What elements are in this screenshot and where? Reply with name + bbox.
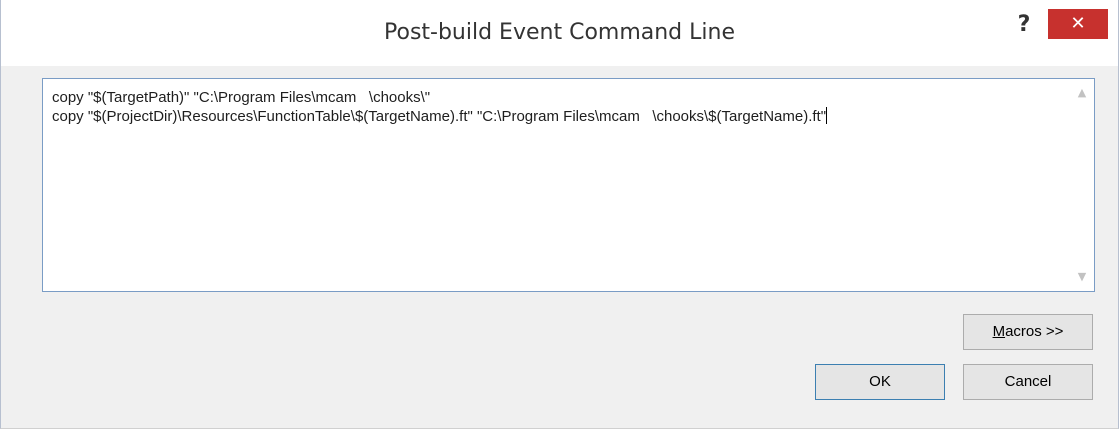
- chevron-up-icon[interactable]: ▲: [1070, 83, 1094, 103]
- vertical-scrollbar[interactable]: ▲ ▼: [1070, 79, 1094, 291]
- chevron-down-icon[interactable]: ▼: [1070, 267, 1094, 287]
- macros-label: acros >>: [1005, 323, 1064, 340]
- dialog-title: Post-build Event Command Line: [384, 20, 735, 45]
- command-line-2: copy "$(ProjectDir)\Resources\FunctionTa…: [52, 108, 827, 125]
- text-caret: [826, 107, 828, 124]
- close-icon: ✕: [1070, 13, 1086, 34]
- ok-button[interactable]: OK: [815, 364, 945, 400]
- macros-button[interactable]: Macros >>: [963, 314, 1093, 350]
- command-line-1: copy "$(TargetPath)" "C:\Program Files\m…: [52, 89, 431, 106]
- dialog-content: copy "$(TargetPath)" "C:\Program Files\m…: [1, 66, 1118, 428]
- help-button[interactable]: ?: [1009, 10, 1039, 40]
- title-bar[interactable]: Post-build Event Command Line ? ✕: [1, 0, 1118, 66]
- command-text[interactable]: copy "$(TargetPath)" "C:\Program Files\m…: [52, 88, 1062, 126]
- cancel-button[interactable]: Cancel: [963, 364, 1093, 400]
- command-line-editor[interactable]: copy "$(TargetPath)" "C:\Program Files\m…: [42, 78, 1095, 292]
- post-build-event-dialog: Post-build Event Command Line ? ✕ copy "…: [0, 0, 1119, 429]
- macros-mnemonic: M: [992, 323, 1006, 340]
- close-button[interactable]: ✕: [1048, 9, 1108, 39]
